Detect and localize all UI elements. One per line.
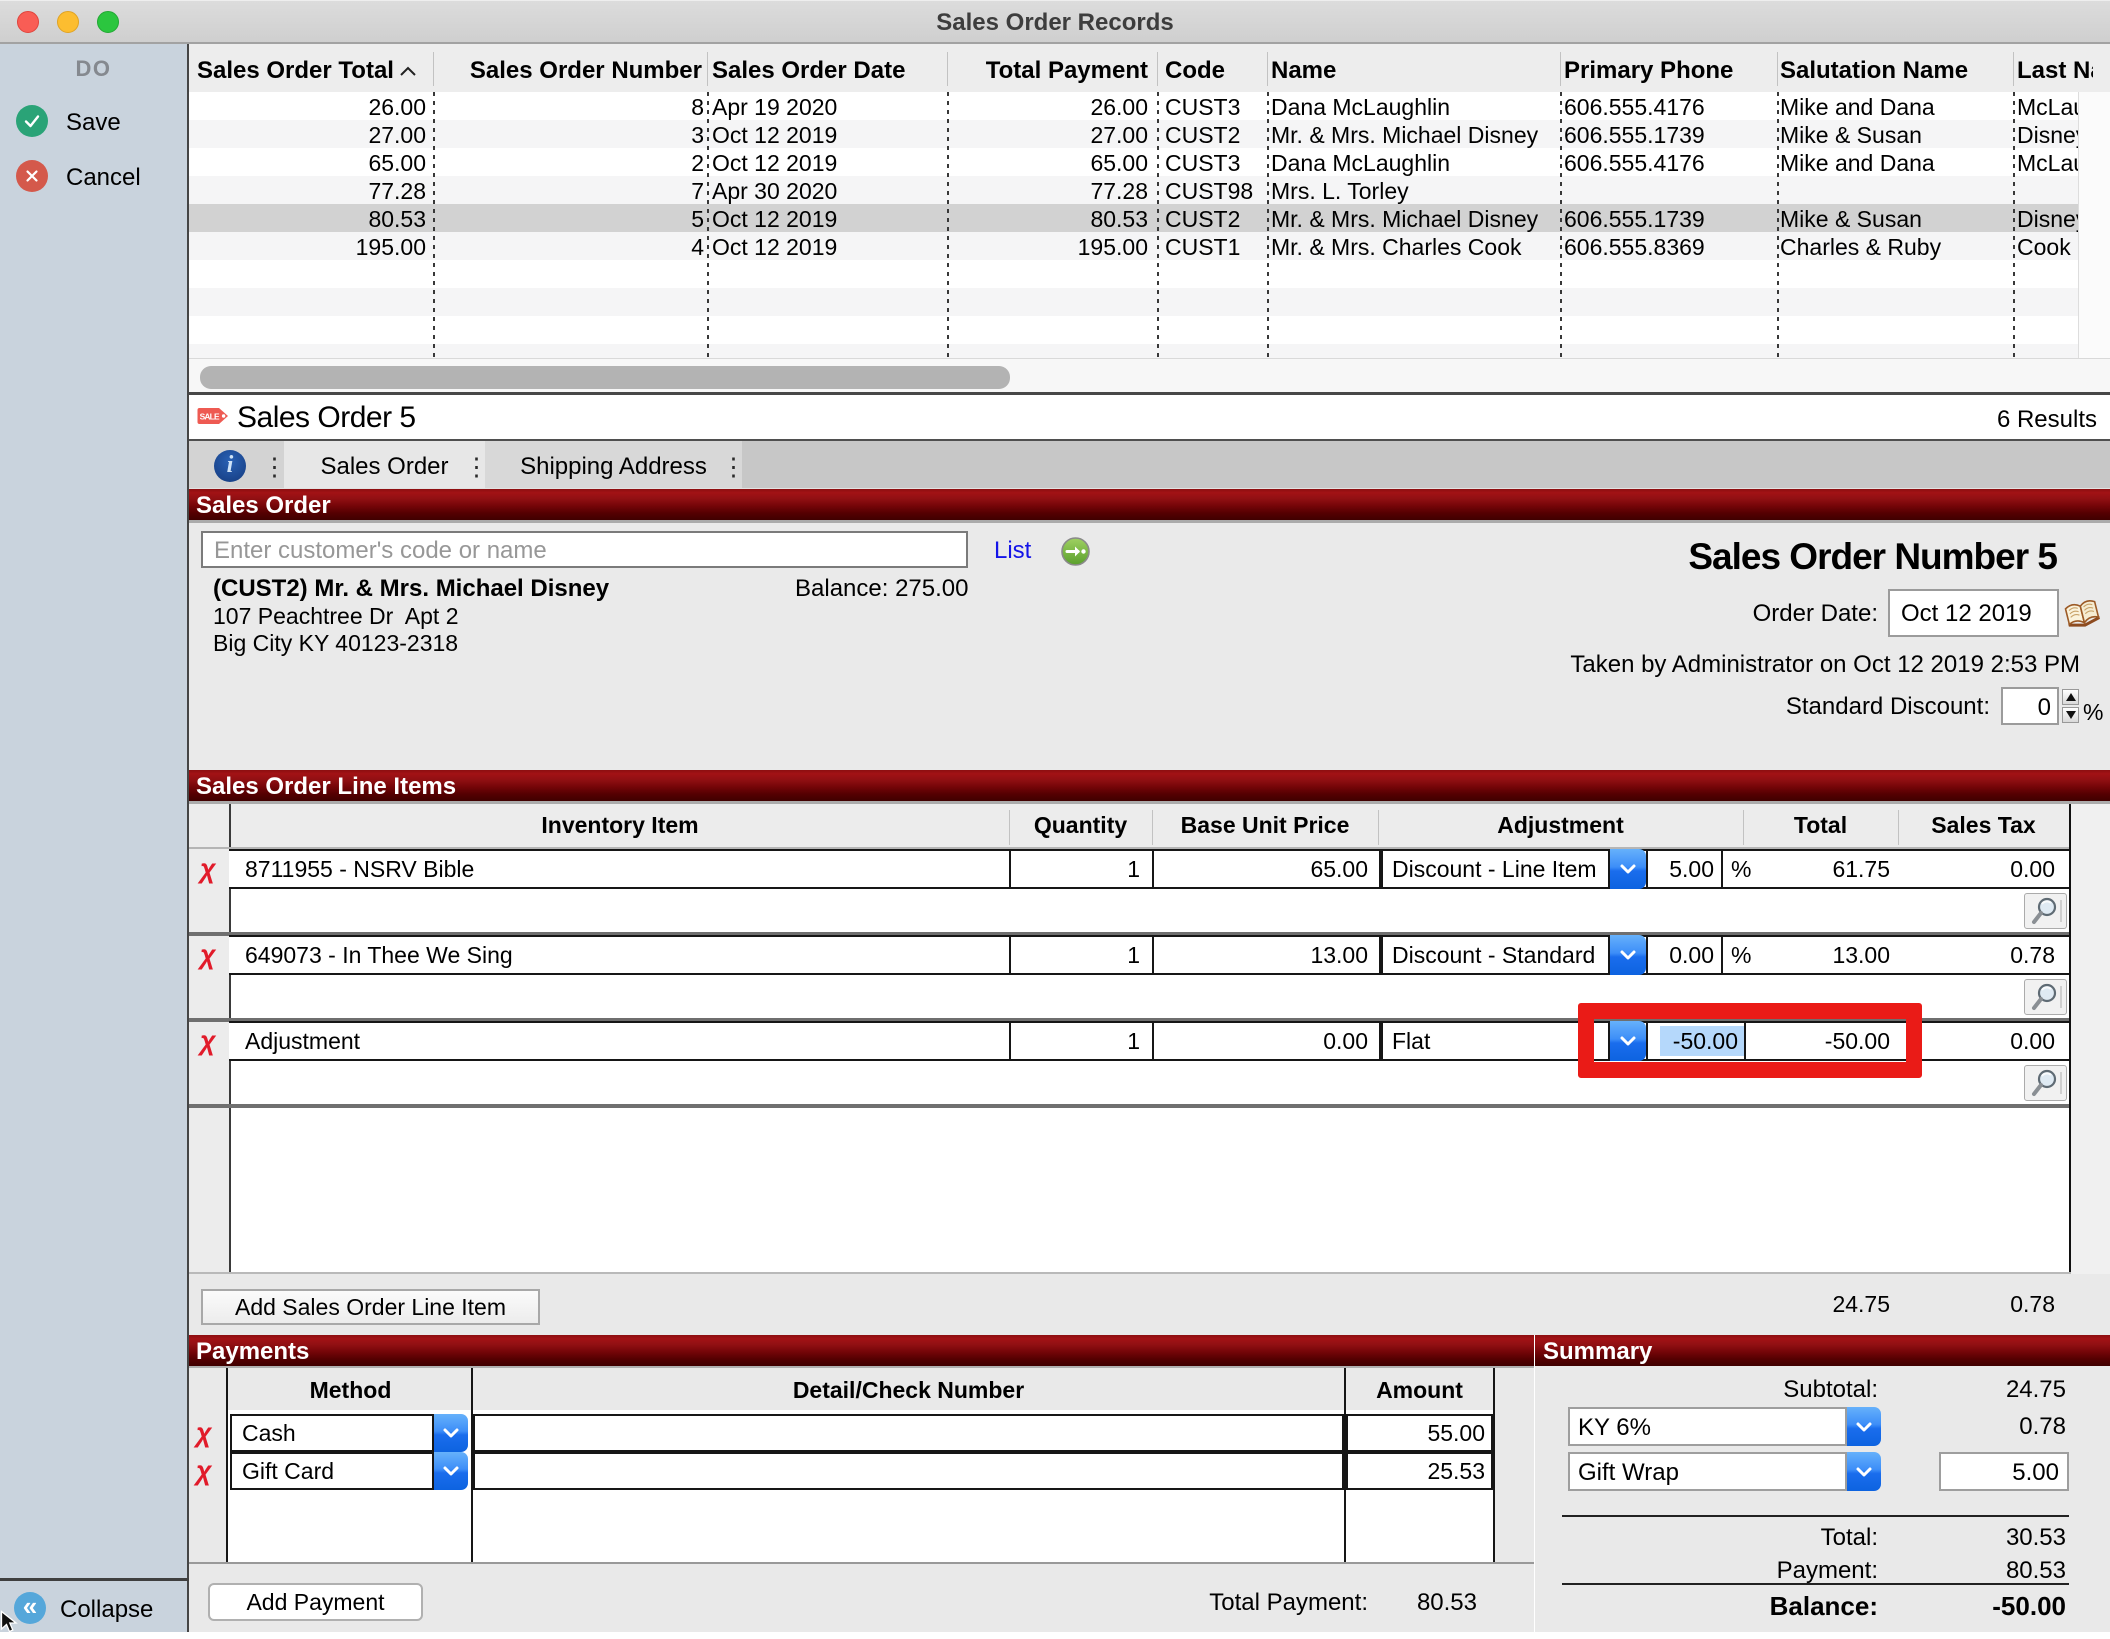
svg-text:SALE: SALE <box>200 411 220 421</box>
